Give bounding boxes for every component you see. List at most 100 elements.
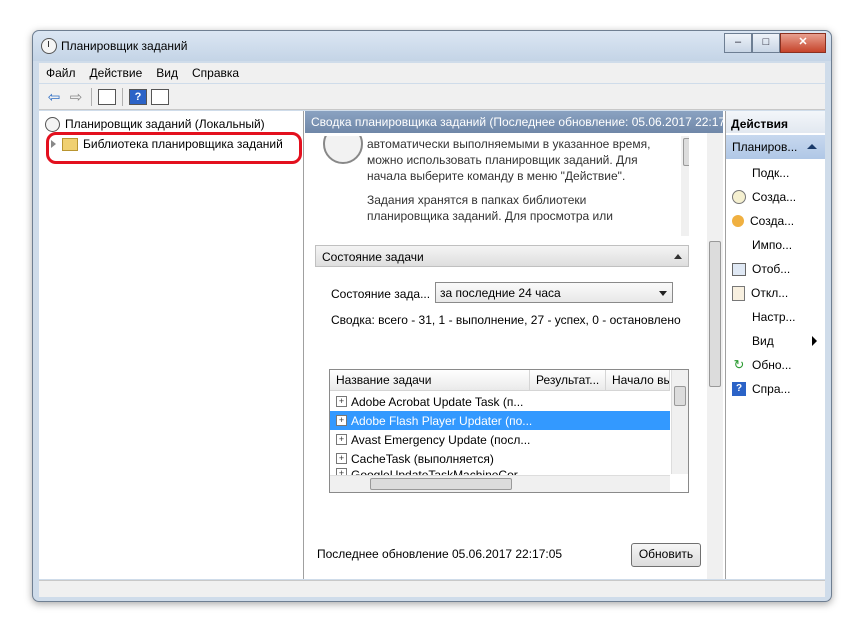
highlight-annotation	[46, 132, 302, 164]
task-status-section-header[interactable]: Состояние задачи	[315, 245, 689, 267]
action-label: Откл...	[751, 286, 789, 300]
summary-pane: Сводка планировщика заданий (Последнее о…	[305, 111, 723, 579]
show-action-pane-icon[interactable]	[149, 87, 171, 107]
table-row-selected[interactable]: + Adobe Flash Player Updater (по...	[330, 411, 670, 430]
actions-pane: Действия Планиров... Подк... Созда... Со…	[725, 111, 825, 579]
close-button[interactable]: ✕	[780, 33, 826, 53]
expand-plus-icon[interactable]: +	[336, 434, 347, 445]
status-bar	[39, 580, 825, 597]
task-name: CacheTask (выполняется)	[351, 451, 494, 466]
period-select[interactable]: за последние 24 часа	[435, 282, 673, 303]
summary-header: Сводка планировщика заданий (Последнее о…	[305, 111, 723, 133]
table-rows: + Adobe Acrobat Update Task (п... + Adobe …	[330, 392, 670, 478]
scroll-thumb[interactable]	[683, 138, 689, 166]
description-paragraph-1: автоматически выполняемыми в указанное в…	[367, 137, 651, 183]
expand-plus-icon[interactable]: +	[336, 396, 347, 407]
action-create-basic-task[interactable]: Созда...	[726, 185, 825, 209]
disable-history-icon	[732, 285, 745, 301]
action-label: Спра...	[752, 382, 791, 396]
clock-icon	[45, 116, 60, 132]
show-hide-console-tree-icon[interactable]	[96, 87, 118, 107]
back-arrow-icon[interactable]: ⇦	[43, 87, 65, 107]
status-label: Состояние зада...	[331, 287, 431, 301]
action-help[interactable]: ? Спра...	[726, 377, 825, 401]
menu-action[interactable]: Действие	[83, 66, 150, 80]
scroll-thumb[interactable]	[674, 386, 686, 406]
actions-group-header[interactable]: Планиров...	[726, 135, 825, 159]
action-label: Настр...	[752, 310, 796, 324]
action-label: Импо...	[752, 238, 793, 252]
action-import[interactable]: Импо...	[726, 233, 825, 257]
task-status-table: Название задачи Результат... Начало вы +…	[329, 369, 689, 493]
action-display-running[interactable]: Отоб...	[726, 257, 825, 281]
toolbar: ⇦ ⇨ ?	[39, 84, 825, 110]
tree-item-root-label: Планировщик заданий (Локальный)	[65, 117, 265, 131]
blank-icon	[732, 166, 746, 180]
toolbar-separator	[122, 87, 123, 106]
scroll-thumb[interactable]	[709, 241, 721, 387]
collapse-icon[interactable]	[807, 144, 817, 149]
menu-view[interactable]: Вид	[149, 66, 185, 80]
summary-vertical-scrollbar[interactable]	[707, 133, 723, 579]
blank-icon	[732, 238, 746, 252]
action-create-task[interactable]: Созда...	[726, 209, 825, 233]
description-scrollbar[interactable]	[681, 136, 689, 236]
action-label: Созда...	[752, 190, 797, 204]
action-disable-history[interactable]: Откл...	[726, 281, 825, 305]
section-title: Состояние задачи	[322, 250, 424, 264]
tree-item-root[interactable]: Планировщик заданий (Локальный)	[45, 115, 265, 133]
action-label: Вид	[752, 334, 774, 348]
action-view[interactable]: Вид	[726, 329, 825, 353]
column-header-start[interactable]: Начало вы	[606, 370, 670, 390]
collapse-icon[interactable]	[674, 254, 682, 259]
last-update-text: Последнее обновление 05.06.2017 22:17:05	[317, 547, 563, 561]
action-label: Подк...	[752, 166, 790, 180]
table-row[interactable]: + CacheTask (выполняется)	[330, 449, 670, 468]
expand-plus-icon[interactable]: +	[336, 453, 347, 464]
action-label: Отоб...	[752, 262, 791, 276]
console-tree: Планировщик заданий (Локальный) Библиоте…	[39, 111, 304, 579]
description-box: автоматически выполняемыми в указанное в…	[315, 136, 689, 236]
toolbar-separator	[91, 87, 92, 106]
menu-help[interactable]: Справка	[185, 66, 246, 80]
main-window: Планировщик заданий – □ ✕ Файл Действие …	[32, 30, 832, 602]
task-name: Adobe Acrobat Update Task (п...	[351, 394, 524, 409]
task-scheduler-icon	[41, 38, 57, 54]
table-row[interactable]: + Avast Emergency Update (посл...	[330, 430, 670, 449]
action-configure[interactable]: Настр...	[726, 305, 825, 329]
action-refresh[interactable]: ↻ Обно...	[726, 353, 825, 377]
task-name: Avast Emergency Update (посл...	[351, 432, 531, 447]
actions-group-label: Планиров...	[732, 140, 798, 154]
minimize-button[interactable]: –	[724, 33, 752, 53]
blank-icon	[732, 310, 746, 324]
actions-title: Действия	[726, 111, 825, 133]
table-row[interactable]: + Adobe Acrobat Update Task (п...	[330, 392, 670, 411]
forward-arrow-icon[interactable]: ⇨	[65, 87, 87, 107]
create-basic-task-icon	[732, 190, 746, 204]
blank-icon	[732, 334, 746, 348]
refresh-icon: ↻	[733, 357, 745, 372]
scroll-thumb[interactable]	[370, 478, 512, 490]
help-icon: ?	[732, 382, 746, 396]
task-name: Adobe Flash Player Updater (по...	[351, 413, 533, 428]
window-title: Планировщик заданий	[61, 39, 188, 53]
table-horizontal-scrollbar[interactable]	[330, 475, 670, 492]
action-connect[interactable]: Подк...	[726, 161, 825, 185]
menu-file[interactable]: Файл	[39, 66, 83, 80]
description-text: автоматически выполняемыми в указанное в…	[367, 136, 667, 224]
status-summary: Сводка: всего - 31, 1 - выполнение, 27 -…	[331, 313, 681, 327]
column-header-name[interactable]: Название задачи	[330, 370, 530, 390]
create-task-icon	[732, 215, 744, 227]
expand-plus-icon[interactable]: +	[336, 415, 347, 426]
help-icon[interactable]: ?	[127, 87, 149, 107]
submenu-arrow-icon	[812, 336, 817, 346]
description-paragraph-2: Задания хранятся в папках библиотеки пла…	[367, 193, 613, 223]
display-running-icon	[732, 262, 746, 276]
refresh-button[interactable]: Обновить	[631, 543, 701, 567]
column-header-result[interactable]: Результат...	[530, 370, 606, 390]
period-select-value: за последние 24 часа	[440, 286, 561, 300]
maximize-button[interactable]: □	[752, 33, 780, 53]
table-vertical-scrollbar[interactable]	[671, 370, 688, 474]
chevron-down-icon	[659, 291, 667, 296]
title-bar: Планировщик заданий – □ ✕	[33, 31, 831, 61]
